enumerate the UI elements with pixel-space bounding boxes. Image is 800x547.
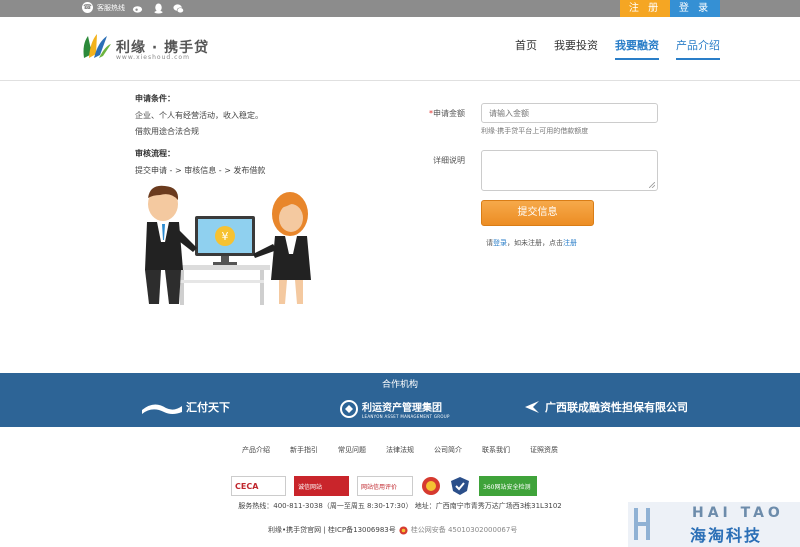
detail-textarea[interactable] — [481, 150, 658, 191]
business-people-illustration: ¥ — [145, 185, 311, 305]
icp-text: 利缘•携手贷官网 | 桂ICP备13006983号 — [268, 526, 396, 534]
security-badge-icon[interactable] — [449, 476, 471, 496]
nav-borrow[interactable]: 我要融资 — [615, 37, 659, 60]
logo-url: www.xieshoud.com — [116, 54, 190, 61]
conditions-line-2: 借款用途合法合规 — [135, 127, 199, 136]
partner-liyun[interactable]: 利运资产管理集团 LEANYON ASSET MANAGEMENT GROUP — [340, 399, 450, 419]
resize-handle-icon[interactable] — [649, 182, 655, 188]
liancheng-logo-icon — [525, 401, 539, 413]
hotline-label: 客服热线 — [97, 3, 125, 12]
nav-invest[interactable]: 我要投资 — [554, 37, 598, 60]
logo-fan-icon — [83, 34, 111, 58]
nav-home[interactable]: 首页 — [515, 37, 537, 60]
huifu-logo-icon — [142, 404, 182, 414]
haitao-watermark: HAI TAO 海淘科技 — [628, 502, 800, 547]
amount-input[interactable] — [481, 103, 658, 123]
conditions-line-1: 企业、个人有经营活动，收入稳定。 — [135, 111, 263, 120]
certification-badges: CECA 诚信网站 网站信用评价 360网站安全检测 — [231, 476, 537, 496]
register-link[interactable]: 注册 — [563, 239, 577, 247]
credit-site-badge[interactable]: 诚信网站 — [294, 476, 349, 496]
footer-link-contact[interactable]: 联系我们 — [482, 445, 510, 455]
process-steps: 提交申请 - > 审核信息 - > 发布借款 — [135, 166, 266, 175]
wechat-icon[interactable] — [173, 3, 184, 14]
police-record-text: 桂公网安备 45010302000067号 — [410, 526, 518, 534]
footer-link-faq[interactable]: 常见问题 — [338, 445, 366, 455]
credit-rating-badge[interactable]: 网站信用评价 — [357, 476, 413, 496]
partner-liancheng[interactable]: 广西联成融资性担保有限公司 — [525, 399, 688, 415]
copyright: 利缘•携手贷官网 | 桂ICP备13006983号 桂公网安备 45010302… — [268, 525, 517, 535]
svg-text:¥: ¥ — [222, 230, 229, 243]
partners-band: 合作机构 汇付天下 利运资产管理集团 LEANYON ASSET MANAGEM… — [0, 373, 800, 427]
ceca-badge[interactable]: CECA — [231, 476, 286, 496]
nav-products[interactable]: 产品介绍 — [676, 37, 720, 60]
login-button[interactable]: 登 录 — [670, 0, 720, 17]
register-button[interactable]: 注 册 — [620, 0, 670, 17]
phone-icon: ☎ — [82, 2, 93, 13]
liyun-logo-icon — [340, 400, 358, 418]
footer-link-law[interactable]: 法律法规 — [386, 445, 414, 455]
360-safety-badge[interactable]: 360网站安全检测 — [479, 476, 537, 496]
police-emblem-icon — [399, 525, 408, 535]
process-title: 审核流程： — [135, 149, 175, 158]
footer-link-products[interactable]: 产品介绍 — [242, 445, 270, 455]
footer-link-guide[interactable]: 新手指引 — [290, 445, 318, 455]
police-shield-badge-icon[interactable] — [421, 476, 441, 496]
partners-title: 合作机构 — [381, 380, 418, 390]
footer-links: 产品介绍 新手指引 常见问题 法律法规 公司简介 联系我们 证照资质 — [0, 445, 800, 455]
conditions-title: 申请条件： — [135, 94, 175, 103]
amount-label: *申请金额 — [429, 109, 465, 118]
footer-link-license[interactable]: 证照资质 — [530, 445, 558, 455]
detail-label: 详细说明 — [433, 156, 465, 165]
haitao-logo-icon — [634, 508, 650, 540]
watermark-en: HAI TAO — [692, 505, 784, 521]
partner-huifu[interactable]: 汇付天下 — [142, 399, 230, 415]
login-hint: 请登录，如未注册，点击注册 — [486, 239, 577, 247]
top-bar: ☎ 客服热线 注 册 登 录 — [0, 0, 800, 17]
login-link[interactable]: 登录 — [493, 239, 507, 247]
amount-hint: 利缘·携手贷平台上可用的借款额度 — [481, 127, 589, 135]
footer-link-about[interactable]: 公司简介 — [434, 445, 462, 455]
submit-button[interactable]: 提交信息 — [481, 200, 594, 226]
hotline: ☎ 客服热线 — [82, 2, 125, 13]
main-nav: 首页 我要投资 我要融资 产品介绍 — [515, 37, 720, 60]
header: 利缘 · 携手贷 www.xieshoud.com 首页 我要投资 我要融资 产… — [0, 17, 800, 81]
logo[interactable]: 利缘 · 携手贷 www.xieshoud.com — [80, 32, 209, 62]
watermark-cn: 海淘科技 — [690, 526, 763, 545]
qq-icon[interactable] — [153, 3, 164, 14]
weibo-icon[interactable] — [132, 3, 143, 14]
